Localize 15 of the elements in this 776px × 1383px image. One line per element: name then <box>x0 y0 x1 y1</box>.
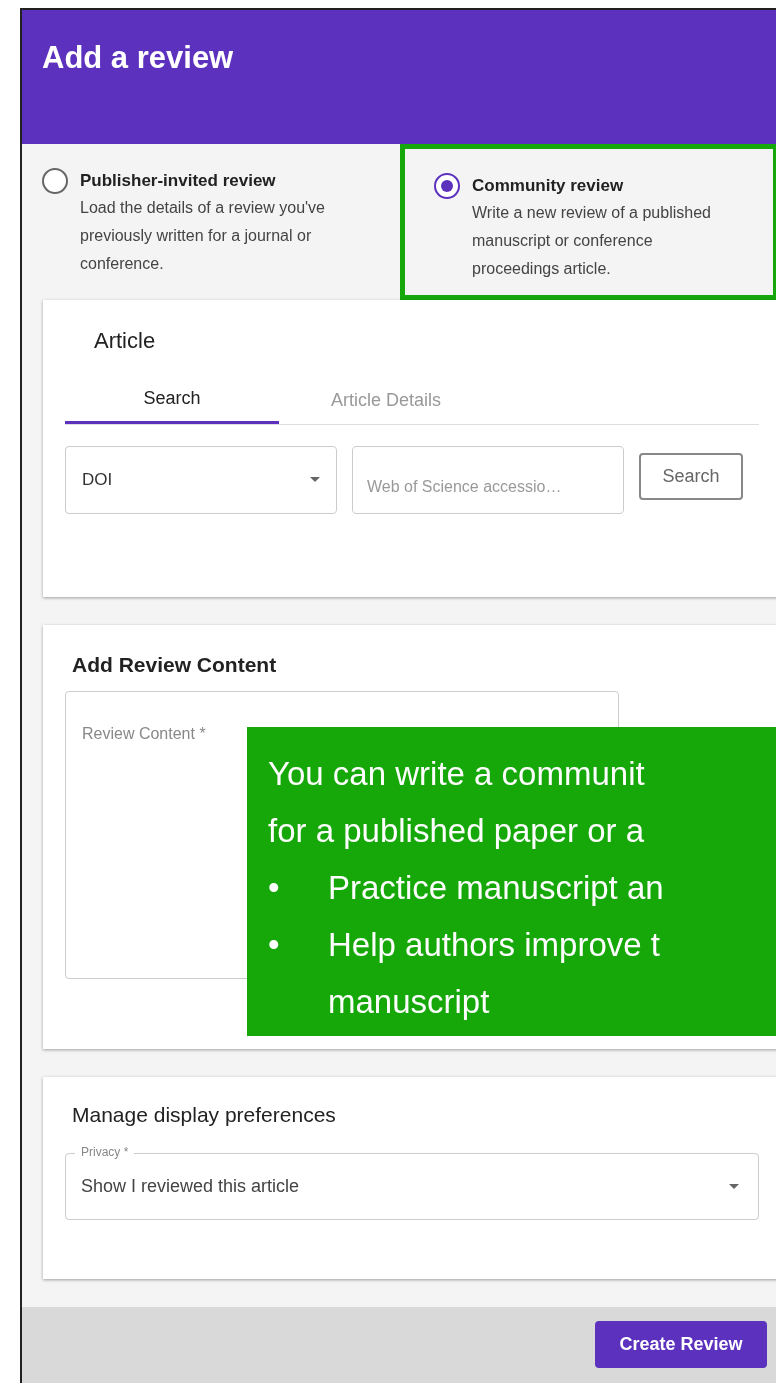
dialog-title: Add a review <box>42 42 235 73</box>
card-title: Article <box>93 327 157 355</box>
callout-text: You can write a communit <box>268 754 646 794</box>
bullet: • <box>268 925 281 965</box>
card-title: Add Review Content <box>71 652 278 678</box>
option-description: Load the details of a review you've previously written for a journal or conference. <box>80 198 326 274</box>
card-title: Manage display preferences <box>71 1102 337 1128</box>
callout-bullet-text: Help authors improve t <box>328 925 660 965</box>
callout-bullet-text: Practice manuscript an <box>328 868 664 908</box>
option-description: Write a new review of a published manuscript or conference proceedings article. <box>472 203 712 279</box>
callout-text: for a published paper or a <box>268 811 646 851</box>
bullet: • <box>268 868 281 908</box>
option-title: Publisher-invited review <box>80 170 277 192</box>
callout-text: manuscript <box>327 982 491 1022</box>
option-title: Community review <box>472 175 625 197</box>
